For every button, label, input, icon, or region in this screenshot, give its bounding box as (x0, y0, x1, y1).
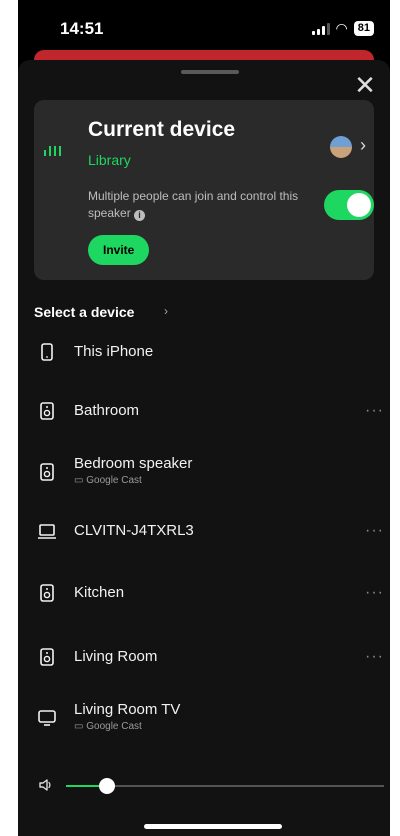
close-icon[interactable]: ✕ (350, 70, 380, 100)
device-name: Living Room TV (74, 701, 181, 718)
equalizer-icon (44, 146, 61, 156)
speaker-icon (36, 461, 58, 483)
device-row[interactable]: Kitchen ··· (18, 573, 390, 613)
cast-label: ▭ Google Cast (74, 721, 142, 732)
jam-toggle[interactable] (324, 190, 374, 220)
home-indicator (144, 824, 282, 829)
device-row[interactable]: Living Room ··· (18, 637, 390, 677)
device-name: CLVITN-J4TXRL3 (74, 522, 194, 539)
battery-level: 81 (353, 21, 374, 36)
cast-icon: ▭ (74, 721, 87, 732)
device-name: Bathroom (74, 402, 140, 419)
cast-text: Google Cast (86, 475, 142, 486)
invite-button[interactable]: Invite (88, 235, 150, 265)
info-icon[interactable]: i (134, 210, 146, 221)
device-name: Bedroom speaker (74, 455, 193, 472)
device-picker-sheet: ✕ Current device Library › Multiple peop… (18, 60, 390, 836)
current-device-card: Current device Library › Multiple people… (34, 100, 374, 280)
device-row[interactable]: This iPhone (18, 332, 390, 372)
phone-icon (36, 341, 58, 363)
select-device-header: Select a device (34, 304, 135, 320)
volume-icon (39, 779, 51, 791)
volume-knob[interactable] (99, 778, 116, 794)
current-device-source: Library (88, 152, 131, 168)
device-name: Living Room (74, 648, 158, 665)
device-row[interactable]: Bedroom speaker ▭ Google Cast (18, 452, 390, 492)
laptop-icon (36, 520, 58, 542)
avatar[interactable] (330, 136, 352, 158)
sheet-grabber[interactable] (181, 70, 239, 74)
device-row[interactable]: CLVITN-J4TXRL3 ··· (18, 511, 390, 551)
speaker-icon (36, 646, 58, 668)
phone-screen: 14:51 ◠ 81 ✕ Current device Library › Mu… (18, 0, 390, 836)
status-time: 14:51 (60, 19, 104, 38)
more-options-icon[interactable]: ··· (365, 648, 384, 666)
device-name: Kitchen (74, 584, 125, 601)
speaker-icon (36, 582, 58, 604)
jam-description-text: Multiple people can join and control thi… (88, 189, 299, 220)
cast-text: Google Cast (86, 721, 142, 732)
chevron-right-icon[interactable]: › (360, 135, 366, 156)
more-options-icon[interactable]: ··· (365, 522, 384, 540)
section-glyph: › (164, 304, 168, 318)
status-icons: ◠ 81 (311, 20, 374, 37)
speaker-icon (36, 400, 58, 422)
jam-description: Multiple people can join and control thi… (88, 188, 308, 222)
device-name: This iPhone (74, 343, 154, 360)
cast-label: ▭ Google Cast (74, 475, 142, 486)
tv-icon (36, 707, 58, 729)
more-options-icon[interactable]: ··· (365, 584, 384, 602)
toggle-knob (347, 193, 371, 217)
cast-icon: ▭ (74, 475, 87, 486)
wifi-icon: ◠ (335, 20, 348, 36)
status-bar: 14:51 ◠ 81 (18, 0, 390, 52)
volume-control (18, 772, 390, 802)
current-device-title: Current device (88, 118, 236, 141)
device-row[interactable]: Bathroom ··· (18, 391, 390, 431)
more-options-icon[interactable]: ··· (365, 402, 384, 420)
device-row[interactable]: Living Room TV ▭ Google Cast (18, 698, 390, 738)
signal-icon (311, 22, 330, 35)
volume-slider[interactable] (66, 778, 384, 794)
